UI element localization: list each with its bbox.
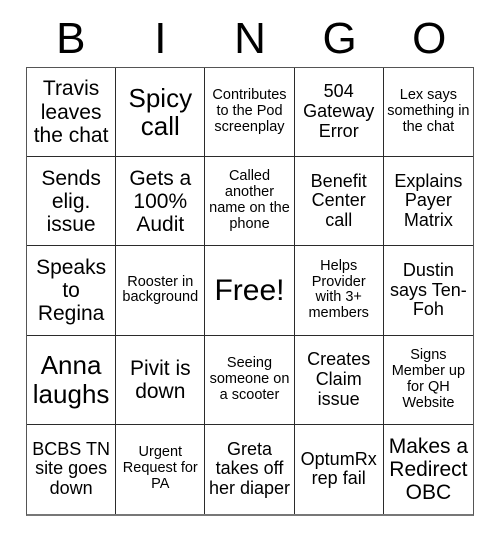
- bingo-cell[interactable]: Rooster in background: [116, 246, 206, 336]
- header-letter-n: N: [234, 14, 266, 63]
- bingo-cell-label: Makes a Redirect OBC: [388, 434, 469, 504]
- bingo-cell-label: BCBS TN site goes down: [32, 438, 110, 499]
- bingo-free-label: Free!: [214, 273, 285, 307]
- header-letter-b: B: [56, 14, 86, 63]
- bingo-cell[interactable]: Seeing someone on a scooter: [205, 335, 295, 425]
- bingo-cell[interactable]: Anna laughs: [27, 335, 117, 425]
- bingo-cell-label: Lex says something in the chat: [387, 87, 470, 136]
- bingo-cell[interactable]: Lex says something in the chat: [383, 68, 473, 158]
- bingo-cell[interactable]: Dustin says Ten-Foh: [383, 246, 473, 336]
- bingo-grid: Travis leaves the chat Spicy call Contri…: [26, 67, 474, 516]
- bingo-cell[interactable]: OptumRx rep fail: [294, 424, 384, 514]
- bingo-cell-label: Contributes to the Pod screenplay: [212, 87, 287, 136]
- bingo-cell[interactable]: Speaks to Regina: [27, 246, 117, 336]
- bingo-cell-label: OptumRx rep fail: [300, 448, 377, 489]
- bingo-cell[interactable]: Pivit is down: [116, 335, 206, 425]
- bingo-cell[interactable]: Creates Claim issue: [294, 335, 384, 425]
- bingo-cell[interactable]: Benefit Center call: [294, 157, 384, 247]
- bingo-header: B I N G O: [26, 12, 474, 66]
- bingo-cell-free[interactable]: Free!: [205, 246, 295, 336]
- bingo-cell[interactable]: Signs Member up for QH Website: [383, 335, 473, 425]
- bingo-cell-label: Benefit Center call: [310, 170, 367, 231]
- bingo-cell-label: Creates Claim issue: [307, 349, 371, 409]
- bingo-cell[interactable]: Travis leaves the chat: [27, 68, 117, 158]
- bingo-cell[interactable]: 504 Gateway Error: [294, 68, 384, 158]
- bingo-cell-label: Anna laughs: [32, 350, 110, 409]
- bingo-cell[interactable]: Called another name on the phone: [205, 157, 295, 247]
- bingo-cell[interactable]: Greta takes off her diaper: [205, 424, 295, 514]
- bingo-cell[interactable]: Sends elig. issue: [27, 157, 117, 247]
- bingo-card: B I N G O Travis leaves the chat Spicy c…: [0, 0, 500, 544]
- bingo-cell[interactable]: BCBS TN site goes down: [27, 424, 117, 514]
- bingo-cell-label: Rooster in background: [122, 273, 199, 306]
- bingo-cell-label: Gets a 100% Audit: [129, 166, 192, 236]
- bingo-cell[interactable]: Urgent Request for PA: [116, 424, 206, 514]
- bingo-cell[interactable]: Spicy call: [116, 68, 206, 158]
- bingo-cell-label: Dustin says Ten-Foh: [390, 259, 467, 320]
- bingo-cell-label: Signs Member up for QH Website: [391, 346, 466, 411]
- header-letter-i: I: [154, 14, 167, 63]
- bingo-cell[interactable]: Gets a 100% Audit: [116, 157, 206, 247]
- header-letter-g: G: [322, 14, 357, 63]
- bingo-cell-label: 504 Gateway Error: [303, 81, 375, 141]
- bingo-cell-label: Helps Provider with 3+ members: [308, 257, 369, 322]
- bingo-cell-label: Explains Payer Matrix: [394, 170, 463, 231]
- bingo-cell-label: Speaks to Regina: [36, 255, 107, 326]
- bingo-cell-label: Called another name on the phone: [209, 168, 290, 233]
- bingo-cell-label: Pivit is down: [129, 356, 191, 403]
- bingo-cell-label: Seeing someone on a scooter: [209, 354, 290, 403]
- bingo-cell-label: Sends elig. issue: [41, 166, 101, 236]
- bingo-cell-label: Greta takes off her diaper: [208, 438, 291, 499]
- bingo-cell[interactable]: Helps Provider with 3+ members: [294, 246, 384, 336]
- header-letter-o: O: [412, 14, 447, 63]
- bingo-cell-label: Spicy call: [128, 82, 193, 142]
- bingo-cell[interactable]: Makes a Redirect OBC: [383, 424, 473, 514]
- bingo-cell[interactable]: Contributes to the Pod screenplay: [205, 68, 295, 158]
- bingo-cell-label: Urgent Request for PA: [122, 444, 198, 493]
- bingo-cell-label: Travis leaves the chat: [33, 77, 109, 147]
- bingo-cell[interactable]: Explains Payer Matrix: [383, 157, 473, 247]
